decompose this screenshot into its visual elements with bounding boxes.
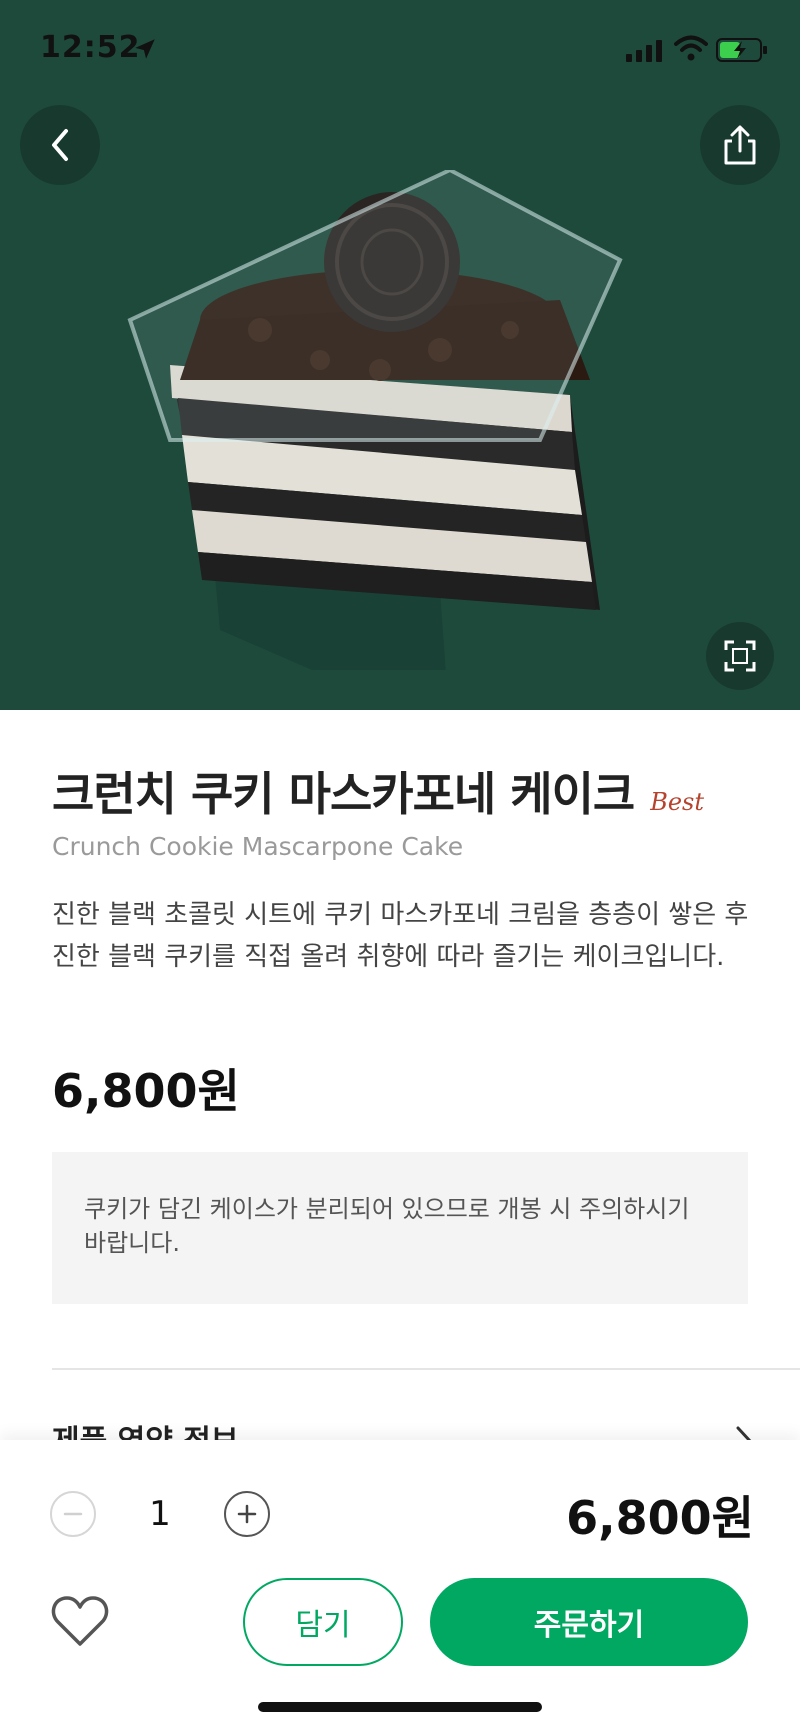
status-time: 12:52	[40, 30, 141, 65]
product-price: 6,800원	[52, 1064, 240, 1118]
total-price: 6,800원	[566, 1491, 754, 1545]
heart-icon	[51, 1596, 109, 1646]
home-indicator	[258, 1702, 542, 1712]
minus-icon	[63, 1512, 83, 1516]
share-icon	[724, 125, 756, 165]
quantity-value: 1	[149, 1494, 171, 1534]
product-image	[127, 170, 623, 670]
back-button[interactable]	[20, 105, 100, 185]
add-to-cart-button[interactable]: 담기	[243, 1578, 403, 1666]
wifi-icon	[674, 35, 708, 61]
product-description: 진한 블랙 초콜릿 시트에 쿠키 마스카포네 크림을 층층이 쌓은 후 진한 블…	[52, 900, 749, 972]
battery-icon	[716, 38, 767, 62]
increase-button[interactable]	[224, 1491, 270, 1537]
best-badge: Best	[650, 788, 705, 816]
divider	[52, 1368, 800, 1370]
share-button[interactable]	[700, 105, 780, 185]
quantity-stepper: 1	[50, 1490, 270, 1538]
order-bar: 1 6,800원 담기 주문하기	[0, 1440, 800, 1732]
fullscreen-icon	[724, 640, 756, 672]
fullscreen-button[interactable]	[706, 622, 774, 690]
back-icon	[52, 129, 68, 161]
signal-icon	[626, 40, 662, 62]
status-bar: 12:52	[0, 0, 800, 100]
decrease-button[interactable]	[50, 1491, 96, 1537]
location-arrow-icon	[135, 39, 155, 59]
order-button[interactable]: 주문하기	[430, 1578, 748, 1666]
product-hero: 12:52	[0, 0, 800, 710]
title-row: 크런치 쿠키 마스카포네 케이크 Best	[52, 758, 704, 824]
plus-icon	[237, 1504, 257, 1524]
product-title: 크런치 쿠키 마스카포네 케이크	[52, 767, 635, 821]
notice-box: 쿠키가 담긴 케이스가 분리되어 있으므로 개봉 시 주의하시기 바랍니다.	[52, 1152, 748, 1304]
product-english-name: Crunch Cookie Mascarpone Cake	[52, 832, 464, 861]
favorite-button[interactable]	[50, 1592, 110, 1648]
